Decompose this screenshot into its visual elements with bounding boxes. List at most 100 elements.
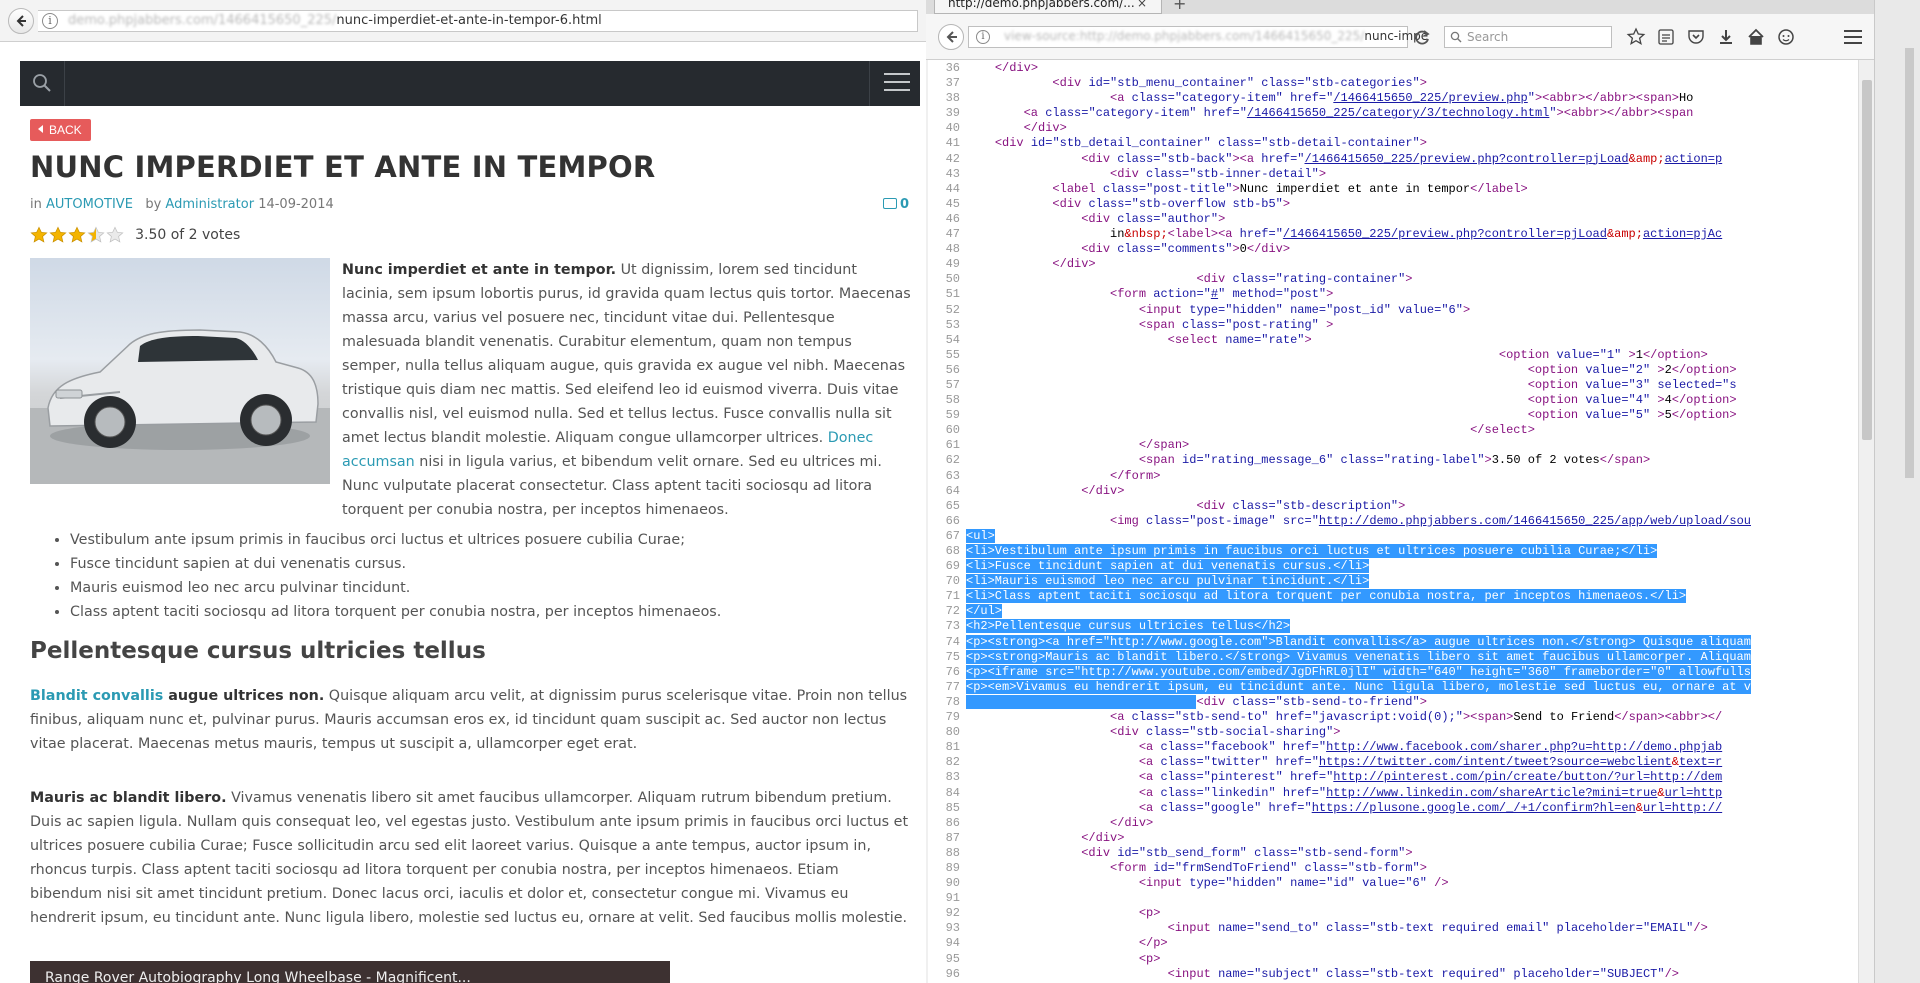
source-line[interactable]: 59 <option value="5" >5</option> <box>928 408 1751 423</box>
line-content[interactable]: <p><strong>Mauris ac blandit libero.</st… <box>966 649 1751 664</box>
source-line[interactable]: 69 <li>Fusce tincidunt sapien at dui vene… <box>928 559 1751 574</box>
hamburger-menu-icon[interactable] <box>884 73 910 93</box>
line-content[interactable]: <p><strong><a href="http://www.google.co… <box>966 634 1751 649</box>
download-icon[interactable] <box>1716 27 1736 47</box>
video-title[interactable]: Range Rover Autobiography Long Wheelbase… <box>45 970 471 983</box>
source-line[interactable]: 71 <li>Class aptent taciti sociosqu ad li… <box>928 589 1751 604</box>
star-icon[interactable] <box>68 226 86 244</box>
source-line[interactable]: 53 <span class="post-rating" > <box>928 318 1751 333</box>
line-content[interactable]: <input type="hidden" name="id" value="6"… <box>966 876 1449 890</box>
line-content[interactable]: <div class="stb-send-to-friend"> <box>966 694 1427 709</box>
line-content[interactable]: </ul> <box>966 604 1003 619</box>
source-line[interactable]: 43 <div class="stb-inner-detail"> <box>928 167 1751 182</box>
scrollbar-thumb[interactable] <box>1905 48 1914 478</box>
reload-icon[interactable] <box>1412 28 1432 48</box>
line-content[interactable]: <span class="post-rating" > <box>966 318 1333 332</box>
source-line[interactable]: 37 <div id="stb_menu_container" class="s… <box>928 76 1751 91</box>
source-line[interactable]: 54 <select name="rate"> <box>928 333 1751 348</box>
source-code[interactable]: 36 </div> 37 <div id="stb_menu_container"… <box>928 61 1751 983</box>
source-line[interactable]: 81 <a class="facebook" href="http://www.… <box>928 740 1751 755</box>
source-line[interactable]: 83 <a class="pinterest" href="http://pin… <box>928 770 1751 785</box>
window-edge-scrollbar[interactable] <box>1874 0 1920 983</box>
line-content[interactable]: <select name="rate"> <box>966 333 1312 347</box>
line-content[interactable]: <div class="stb-social-sharing"> <box>966 725 1340 739</box>
line-content[interactable]: <div id="stb_send_form" class="stb-send-… <box>966 846 1412 860</box>
info-icon[interactable]: i <box>976 30 990 44</box>
source-line[interactable]: 58 <option value="4" >4</option> <box>928 393 1751 408</box>
line-content[interactable]: <li>Vestibulum ante ipsum primis in fauc… <box>966 544 1658 558</box>
line-content[interactable]: <option value="1" >1</option> <box>966 348 1708 362</box>
line-content[interactable]: <span id="rating_message_6" class="ratin… <box>966 453 1650 467</box>
source-line[interactable]: 49 </div> <box>928 257 1751 272</box>
line-content[interactable]: <input name="send_to" class="stb-text re… <box>966 921 1708 935</box>
source-line[interactable]: 77 <p><em>Vivamus eu hendrerit ipsum, eu … <box>928 679 1751 695</box>
source-line[interactable]: 80 <div class="stb-social-sharing"> <box>928 725 1751 740</box>
line-content[interactable]: <p> <box>966 952 1161 966</box>
line-content[interactable]: </div> <box>966 831 1124 845</box>
bookmark-star-icon[interactable] <box>1626 27 1646 47</box>
star-half-icon[interactable] <box>87 226 105 244</box>
search-icon[interactable] <box>30 71 54 95</box>
source-line[interactable]: 78 <div class="stb-send-to-friend"> <box>928 694 1751 710</box>
close-tab-icon[interactable]: × <box>1137 0 1147 10</box>
line-content[interactable]: <p> <box>966 906 1161 920</box>
line-content[interactable]: <div id="stb_menu_container" class="stb-… <box>966 76 1427 90</box>
search-field[interactable]: Search <box>1444 26 1612 48</box>
source-line[interactable]: 41 <div id="stb_detail_container" class=… <box>928 136 1751 151</box>
line-content[interactable]: <div class="rating-container"> <box>966 272 1412 286</box>
line-content[interactable]: <input type="hidden" name="post_id" valu… <box>966 303 1470 317</box>
line-content[interactable]: <option value="2" >2</option> <box>966 363 1737 377</box>
youtube-video-embed[interactable]: Range Rover Autobiography Long Wheelbase… <box>30 961 670 983</box>
line-content[interactable]: <div class="stb-description"> <box>966 499 1405 513</box>
line-content[interactable]: <option value="4" >4</option> <box>966 393 1737 407</box>
line-content[interactable]: <form id="frmSendToFriend" class="stb-fo… <box>966 861 1427 875</box>
line-content[interactable]: in&nbsp;<label><a href="/1466415650_225/… <box>966 227 1722 241</box>
source-line[interactable]: 76 <p><iframe src="http://www.youtube.com… <box>928 664 1751 680</box>
source-line[interactable]: 88 <div id="stb_send_form" class="stb-se… <box>928 846 1751 861</box>
line-content[interactable]: </div> <box>966 121 1067 135</box>
line-content[interactable]: <input name="subject" class="stb-text re… <box>966 967 1679 981</box>
source-line[interactable]: 52 <input type="hidden" name="post_id" v… <box>928 303 1751 318</box>
source-line[interactable]: 39 <a class="category-item" href="/14664… <box>928 106 1751 121</box>
line-content[interactable]: </div> <box>966 816 1153 830</box>
vertical-scrollbar[interactable] <box>1858 60 1874 983</box>
source-line[interactable]: 64 </div> <box>928 484 1751 499</box>
home-icon[interactable] <box>1746 27 1766 47</box>
source-line[interactable]: 92 <p> <box>928 906 1751 921</box>
new-tab-icon[interactable]: + <box>1173 0 1186 13</box>
line-content[interactable]: </select> <box>966 423 1535 437</box>
source-line[interactable]: 57 <option value="3" selected="s <box>928 378 1751 393</box>
line-content[interactable]: <label class="post-title">Nunc imperdiet… <box>966 182 1527 196</box>
source-line[interactable]: 38 <a class="category-item" href="/14664… <box>928 91 1751 106</box>
star-icon[interactable] <box>49 226 67 244</box>
source-line[interactable]: 67 <ul> <box>928 528 1751 544</box>
source-line[interactable]: 94 </p> <box>928 936 1751 951</box>
source-line[interactable]: 79 <a class="stb-send-to" href="javascri… <box>928 710 1751 725</box>
source-line[interactable]: 73 <h2>Pellentesque cursus ultricies tell… <box>928 619 1751 634</box>
source-line[interactable]: 93 <input name="send_to" class="stb-text… <box>928 921 1751 936</box>
source-line[interactable]: 96 <input name="subject" class="stb-text… <box>928 967 1751 982</box>
source-line[interactable]: 95 <p> <box>928 952 1751 967</box>
line-content[interactable]: <a class="facebook" href="http://www.fac… <box>966 740 1722 754</box>
line-content[interactable]: </div> <box>966 61 1038 75</box>
source-line[interactable]: 84 <a class="linkedin" href="http://www.… <box>928 786 1751 801</box>
line-content[interactable]: <div id="stb_detail_container" class="st… <box>966 136 1427 150</box>
url-text[interactable]: demo.phpjabbers.com/1466415650_225/nunc-… <box>68 13 602 28</box>
source-line[interactable]: 63 </form> <box>928 469 1751 484</box>
line-content[interactable]: <div class="stb-overflow stb-b5"> <box>966 197 1290 211</box>
source-line[interactable]: 46 <div class="author"> <box>928 212 1751 227</box>
source-line[interactable]: 72 </ul> <box>928 604 1751 619</box>
source-line[interactable]: 75 <p><strong>Mauris ac blandit libero.</… <box>928 649 1751 665</box>
source-line[interactable]: 60 </select> <box>928 423 1751 438</box>
comments-count-link[interactable]: 0 <box>883 197 909 212</box>
line-content[interactable]: <div class="comments">0</div> <box>966 242 1290 256</box>
source-line[interactable]: 44 <label class="post-title">Nunc imperd… <box>928 182 1751 197</box>
line-content[interactable]: <form action="#" method="post"> <box>966 287 1333 301</box>
source-line[interactable]: 61 </span> <box>928 438 1751 453</box>
source-line[interactable]: 45 <div class="stb-overflow stb-b5"> <box>928 197 1751 212</box>
scrollbar-thumb[interactable] <box>1862 80 1872 440</box>
source-line[interactable]: 89 <form id="frmSendToFriend" class="stb… <box>928 861 1751 876</box>
source-line[interactable]: 91 <box>928 891 1751 906</box>
hamburger-menu-icon[interactable] <box>1844 30 1862 44</box>
line-content[interactable]: </p> <box>966 936 1168 950</box>
